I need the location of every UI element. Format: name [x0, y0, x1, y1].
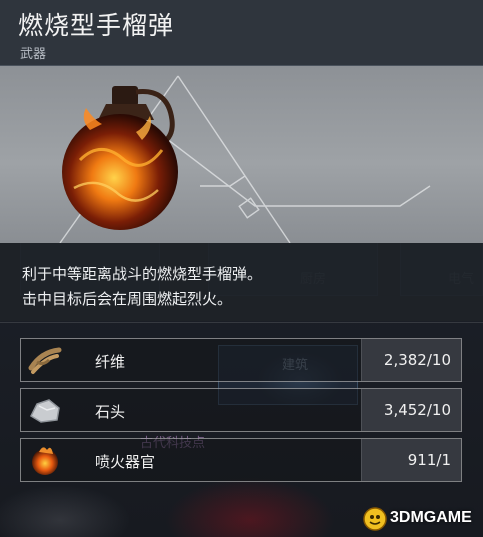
- fire-organ-icon: [27, 442, 63, 478]
- requirement-amount: 3,452/10: [361, 389, 461, 431]
- requirements-list: 纤维 2,382/10 石头 3,452/10 喷火器官 911/1: [0, 330, 483, 490]
- item-description: 利于中等距离战斗的燃烧型手榴弹。 击中目标后会在周围燃起烈火。: [0, 243, 483, 321]
- fiber-icon: [27, 342, 63, 378]
- requirement-row-fiber: 纤维 2,382/10: [20, 338, 462, 382]
- divider: [0, 322, 483, 323]
- item-category: 武器: [20, 47, 47, 62]
- item-detail-panel: 燃烧型手榴弹 武器 利于中等距离战斗的燃烧型手榴弹。 击中目标后会在周围燃起烈火…: [0, 0, 483, 537]
- item-header: 燃烧型手榴弹 武器: [0, 0, 483, 66]
- requirement-row-fire-organ: 喷火器官 911/1: [20, 438, 462, 482]
- requirement-name: 喷火器官: [95, 453, 156, 471]
- watermark-text: 3DMGAME: [390, 509, 472, 526]
- incendiary-grenade-icon: [62, 86, 178, 230]
- stone-icon: [27, 392, 63, 428]
- description-line: 利于中等距离战斗的燃烧型手榴弹。: [22, 265, 263, 283]
- requirement-row-stone: 石头 3,452/10: [20, 388, 462, 432]
- 3dm-logo-icon: [363, 507, 387, 531]
- requirement-amount: 911/1: [361, 439, 461, 481]
- description-line: 击中目标后会在周围燃起烈火。: [22, 290, 233, 308]
- requirement-name: 纤维: [95, 353, 126, 371]
- requirement-name: 石头: [95, 403, 126, 421]
- item-title: 燃烧型手榴弹: [18, 11, 175, 40]
- item-preview: [0, 66, 483, 243]
- watermark: 3DMGAME: [362, 505, 480, 533]
- requirement-amount: 2,382/10: [361, 339, 461, 381]
